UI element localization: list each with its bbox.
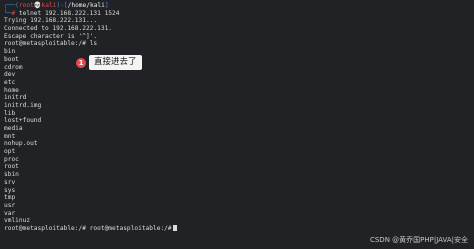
command-output: Trying 192.168.222.131... Connected to 19… xyxy=(4,17,177,232)
output-line: sbin xyxy=(4,171,19,179)
output-line: proc xyxy=(4,155,19,163)
terminal-window[interactable]: ┌──(root💀kali)-[/home/kali] └─# telnet 1… xyxy=(0,0,474,249)
output-line: root@metasploitable:/# root@metasploitab… xyxy=(4,224,177,233)
watermark: CSDN @黄乔国PHP|JAVA|安全 xyxy=(369,236,468,244)
output-line: etc xyxy=(4,78,16,86)
output-line: Connected to 192.168.222.131. xyxy=(4,25,113,33)
text-cursor xyxy=(172,224,177,231)
annotation-callout: 1 直接进去了 xyxy=(76,55,142,70)
output-line: mnt xyxy=(4,132,16,140)
output-line: initrd.img xyxy=(4,101,42,109)
prompt-hash: # xyxy=(11,9,19,17)
output-line: usr xyxy=(4,201,16,209)
output-line: vmlinuz xyxy=(4,217,31,225)
prompt-user: root xyxy=(18,2,34,9)
prompt-line-2: └─# telnet 192.168.222.131 1524 xyxy=(4,10,177,18)
output-line: root xyxy=(4,163,19,171)
terminal-output: ┌──(root💀kali)-[/home/kali] └─# telnet 1… xyxy=(4,2,177,233)
prompt-open: ┌──( xyxy=(4,2,19,9)
skull-icon: 💀 xyxy=(33,2,42,9)
output-line: Escape character is '^]'. xyxy=(4,32,98,40)
output-line: root@metasploitable:/# ls xyxy=(4,40,98,48)
output-line: sys xyxy=(4,186,16,194)
output-line: lost+found xyxy=(4,117,42,125)
output-line: Trying 192.168.222.131... xyxy=(4,17,98,25)
prompt-line-1: ┌──(root💀kali)-[/home/kali] xyxy=(4,2,177,10)
output-line: media xyxy=(4,125,23,132)
output-line: initrd xyxy=(4,94,27,102)
output-line: lib xyxy=(4,109,16,117)
annotation-text: 直接进去了 xyxy=(89,55,142,70)
output-line: opt xyxy=(4,148,16,156)
prompt-path: /home/kali xyxy=(67,2,105,9)
output-line: var xyxy=(4,209,16,217)
output-line: srv xyxy=(4,178,16,186)
step-badge: 1 xyxy=(76,57,86,68)
prompt-mid: )-[ xyxy=(56,2,68,9)
output-line: tmp xyxy=(4,194,16,202)
output-line: home xyxy=(4,86,19,94)
command-text: telnet 192.168.222.131 1524 xyxy=(18,9,120,17)
output-line: dev xyxy=(4,71,16,79)
output-line: nohup.out xyxy=(4,140,38,148)
prompt-host: kali xyxy=(41,2,57,9)
prompt-close: ] xyxy=(104,2,109,9)
